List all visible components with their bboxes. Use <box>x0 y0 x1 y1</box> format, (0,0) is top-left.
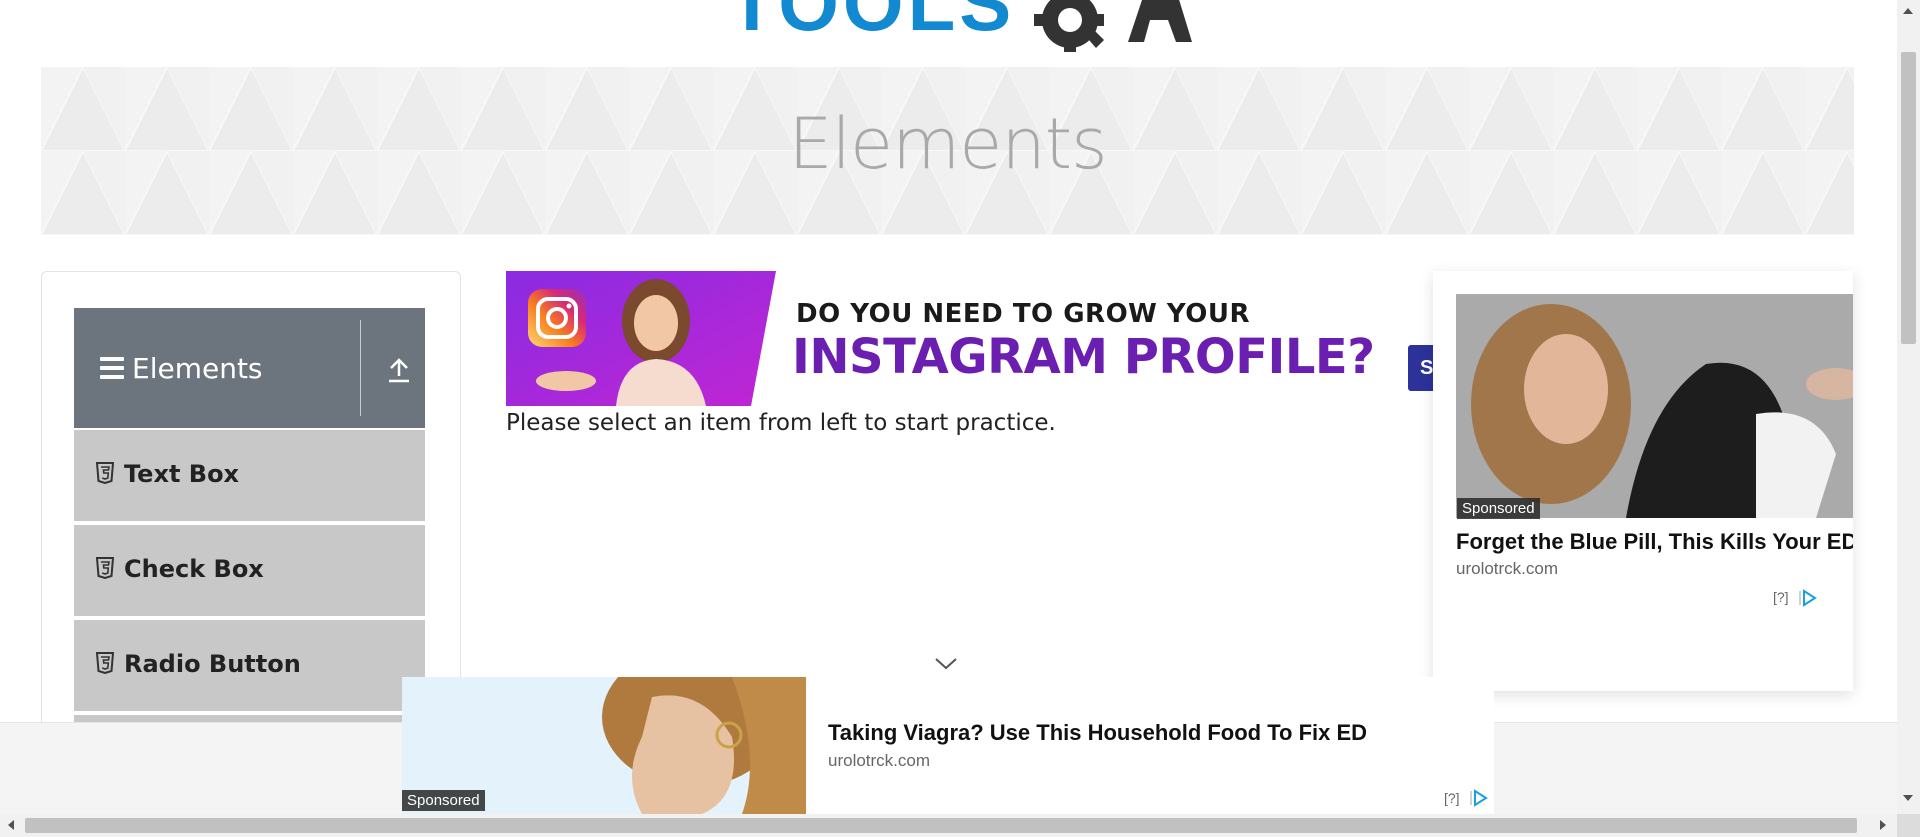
scroll-left-icon[interactable] <box>8 820 14 830</box>
html5-icon <box>96 462 114 484</box>
ad-headline[interactable]: Forget the Blue Pill, This Kills Your ED <box>1456 529 1853 555</box>
scroll-thumb[interactable] <box>1901 52 1916 344</box>
bottom-sponsored-ad[interactable]: Sponsored Taking Viagra? Use This Househ… <box>402 677 1494 814</box>
sidebar-item-label: Check Box <box>124 555 264 583</box>
site-logo[interactable]: TOOLS <box>720 0 1200 52</box>
sidebar-item-label: Text Box <box>124 460 240 488</box>
ad-headline-1: DO YOU NEED TO GROW YOUR <box>796 299 1251 329</box>
ad-cta-button[interactable]: S <box>1408 345 1434 391</box>
page-title: Elements <box>788 103 1107 185</box>
sidebar-item-check-box[interactable]: Check Box <box>74 525 425 618</box>
horizontal-scrollbar[interactable] <box>0 814 1897 837</box>
divider <box>360 320 361 416</box>
scrollbar-corner <box>1897 814 1920 837</box>
right-sponsored-ad[interactable]: Sponsored Forget the Blue Pill, This Kil… <box>1433 271 1853 691</box>
page: TOOLS Elements Elements Text Box Check B… <box>0 0 1920 837</box>
sponsored-label: Sponsored <box>1457 498 1540 519</box>
scroll-down-icon[interactable] <box>1903 795 1913 801</box>
page-banner: Elements <box>41 67 1854 235</box>
ad-headline-2: INSTAGRAM PROFILE? <box>792 329 1375 385</box>
ad-image <box>506 271 776 406</box>
html5-icon <box>96 652 114 674</box>
vertical-scrollbar[interactable] <box>1897 0 1920 814</box>
nav-group-elements[interactable]: Elements <box>74 308 425 428</box>
ad-domain[interactable]: urolotrck.com <box>828 751 930 771</box>
instruction-text: Please select an item from left to start… <box>506 410 1056 436</box>
sidebar-item-radio-button[interactable]: Radio Button <box>74 620 425 713</box>
ad-headline[interactable]: Taking Viagra? Use This Household Food T… <box>828 720 1367 746</box>
sponsored-label: Sponsored <box>402 790 485 811</box>
scroll-thumb[interactable] <box>25 818 1857 833</box>
scroll-up-icon[interactable] <box>1903 8 1913 14</box>
hamburger-icon <box>100 357 124 379</box>
sidebar-item-text-box[interactable]: Text Box <box>74 430 425 523</box>
ad-photo[interactable] <box>1456 294 1853 518</box>
collapse-icon[interactable] <box>386 356 412 384</box>
scroll-right-icon[interactable] <box>1880 820 1886 830</box>
chevron-down-icon[interactable] <box>934 656 958 672</box>
ad-domain[interactable]: urolotrck.com <box>1456 559 1558 579</box>
adchoices-icon[interactable] <box>1470 789 1488 807</box>
nav-group-label: Elements <box>132 352 263 385</box>
ad-info-link[interactable]: [?] <box>1444 790 1460 806</box>
gear-icon <box>1034 0 1192 52</box>
sidebar-item-label: Radio Button <box>124 650 301 678</box>
adchoices-icon[interactable] <box>1799 589 1817 607</box>
logo-text: TOOLS <box>728 0 1016 47</box>
ad-info-link[interactable]: [?] <box>1773 589 1789 605</box>
html5-icon <box>96 557 114 579</box>
instagram-ad-banner[interactable]: DO YOU NEED TO GROW YOUR INSTAGRAM PROFI… <box>506 271 1406 406</box>
